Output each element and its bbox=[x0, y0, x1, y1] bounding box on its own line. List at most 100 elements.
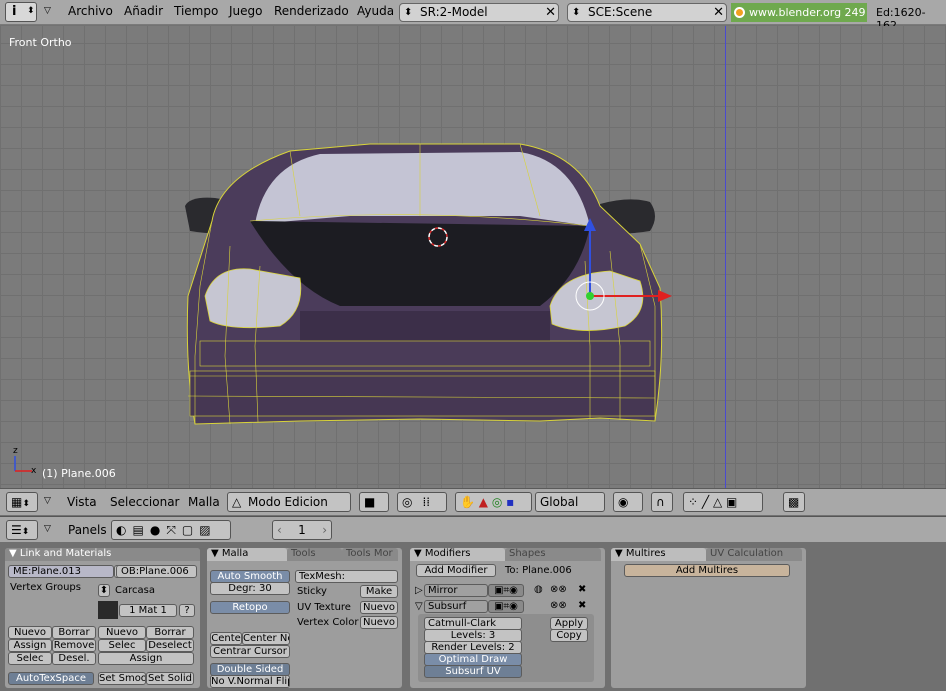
select-mode-group[interactable]: ⁘ ╱ △ ▣ bbox=[683, 492, 763, 512]
center-new-button[interactable]: Center Ne bbox=[242, 632, 290, 645]
arrow-right-icon[interactable]: › bbox=[322, 521, 327, 539]
menu-archivo[interactable]: Archivo bbox=[68, 4, 113, 18]
edge-select-icon[interactable]: ╱ bbox=[702, 495, 709, 509]
mode-selector[interactable]: △ Modo Edicion bbox=[227, 492, 351, 512]
face-select-icon[interactable]: △ bbox=[713, 495, 722, 509]
shading-icon[interactable]: ● bbox=[150, 523, 166, 537]
car-mesh[interactable] bbox=[0, 26, 946, 488]
scale-icon[interactable]: ▪ bbox=[506, 495, 514, 509]
object-name-field[interactable]: OB:Plane.006 bbox=[116, 565, 197, 578]
material-assign-button[interactable]: Assign bbox=[98, 652, 194, 665]
editor-type-button[interactable]: ▦⬍ bbox=[6, 492, 38, 512]
centrar-cursor-button[interactable]: Centrar Cursor bbox=[210, 645, 290, 658]
vgroup-name[interactable]: Carcasa bbox=[115, 585, 155, 596]
editing-icon[interactable]: ▢ bbox=[182, 523, 199, 537]
3d-viewport[interactable]: Front Ortho (1) Plane.006 z x bbox=[0, 26, 946, 488]
collapse-triangle-icon[interactable]: ▽ bbox=[415, 601, 423, 612]
vgroup-menu-button[interactable]: ⬍ bbox=[98, 584, 110, 597]
menu-vista[interactable]: Vista bbox=[67, 495, 97, 509]
set-smooth-button[interactable]: Set Smoo bbox=[98, 672, 146, 685]
script-icon[interactable]: ▤ bbox=[132, 523, 149, 537]
centre-button[interactable]: Cente bbox=[210, 632, 242, 645]
screen-selector[interactable]: ⬍ SR:2-Model ✕ bbox=[399, 3, 559, 22]
subsurf-modifier-name[interactable]: Subsurf bbox=[424, 600, 488, 613]
set-solid-button[interactable]: Set Solid bbox=[146, 672, 194, 685]
vgroup-new-button[interactable]: Nuevo bbox=[8, 626, 52, 639]
menu-tiempo[interactable]: Tiempo bbox=[174, 4, 218, 18]
material-index-field[interactable]: 1 Mat 1 bbox=[119, 604, 177, 617]
tab-uv-calculation[interactable]: UV Calculation bbox=[706, 548, 802, 561]
arrow-left-icon[interactable]: ‹ bbox=[277, 521, 282, 539]
tab-malla[interactable]: ▼ Malla bbox=[207, 548, 287, 561]
hand-icon[interactable]: ✋ bbox=[460, 495, 475, 509]
close-icon[interactable]: ✕ bbox=[713, 4, 724, 21]
translate-icon[interactable]: ▲ bbox=[479, 495, 488, 509]
material-deselect-button[interactable]: Deselect bbox=[146, 639, 194, 652]
menu-juego[interactable]: Juego bbox=[229, 4, 263, 18]
menu-ayuda[interactable]: Ayuda bbox=[357, 4, 394, 18]
scene-selector[interactable]: ⬍ SCE:Scene ✕ bbox=[567, 3, 727, 22]
vgroup-select-button[interactable]: Selec bbox=[8, 652, 52, 665]
proportional-selector[interactable]: ◉ bbox=[613, 492, 643, 512]
tab-tools[interactable]: Tools bbox=[287, 548, 342, 561]
delete-modifier-icon[interactable]: ✖ bbox=[578, 600, 586, 611]
menu-renderizado[interactable]: Renderizado bbox=[274, 4, 349, 18]
frame-field[interactable]: ‹ 1 › bbox=[272, 520, 332, 540]
tab-shapes[interactable]: Shapes bbox=[505, 548, 601, 561]
orientation-selector[interactable]: Global bbox=[535, 492, 605, 512]
rotate-icon[interactable]: ◎ bbox=[492, 495, 502, 509]
subsurf-visibility-icons[interactable]: ▣⌗◉ bbox=[488, 600, 524, 613]
collapse-triangle-icon[interactable]: ▽ bbox=[44, 524, 51, 534]
menu-anadir[interactable]: Añadir bbox=[124, 4, 163, 18]
snap-button[interactable]: ∩ bbox=[651, 492, 673, 512]
vgroup-delete-button[interactable]: Borrar bbox=[52, 626, 96, 639]
vertex-select-icon[interactable]: ⁘ bbox=[688, 495, 698, 509]
menu-malla[interactable]: Malla bbox=[188, 495, 220, 509]
no-vnormal-flip-toggle[interactable]: No V.Normal Flip bbox=[210, 675, 290, 688]
collapse-triangle-icon[interactable]: ▽ bbox=[44, 496, 51, 506]
object-icon[interactable]: ⤧ bbox=[166, 523, 182, 537]
tab-tools-more[interactable]: Tools Mor bbox=[342, 548, 398, 561]
modifier-apply-cage-icon[interactable]: ◍ bbox=[534, 584, 543, 595]
move-up-down-icon[interactable]: ⊗⊗ bbox=[550, 584, 567, 595]
copy-modifier-button[interactable]: Copy bbox=[550, 629, 588, 642]
autotexspace-toggle[interactable]: AutoTexSpace bbox=[8, 672, 94, 685]
delete-modifier-icon[interactable]: ✖ bbox=[578, 584, 586, 595]
retopo-toggle[interactable]: Retopo bbox=[210, 601, 290, 614]
menu-seleccionar[interactable]: Seleccionar bbox=[110, 495, 179, 509]
sticky-make-button[interactable]: Make bbox=[360, 585, 398, 598]
material-new-button[interactable]: Nuevo bbox=[98, 626, 146, 639]
mirror-modifier-name[interactable]: Mirror bbox=[424, 584, 488, 597]
info-editor-type-button[interactable]: i ⬍ bbox=[5, 2, 37, 22]
uv-texture-new-button[interactable]: Nuevo bbox=[360, 601, 398, 614]
mirror-visibility-icons[interactable]: ▣⌗◉ bbox=[488, 584, 524, 597]
move-up-down-icon[interactable]: ⊗⊗ bbox=[550, 600, 567, 611]
context-buttons[interactable]: ◐▤●⤧▢▨ bbox=[111, 520, 231, 540]
tab-multires[interactable]: ▼ Multires bbox=[611, 548, 706, 561]
material-help-button[interactable]: ? bbox=[179, 604, 195, 617]
smooth-degree-field[interactable]: Degr: 30 bbox=[210, 582, 290, 595]
expand-triangle-icon[interactable]: ▷ bbox=[415, 585, 423, 596]
vgroup-assign-button[interactable]: Assign bbox=[8, 639, 52, 652]
pivot-selector[interactable]: ◎ ⁞⁞ bbox=[397, 492, 447, 512]
manipulator-group[interactable]: ✋ ▲ ◎ ▪ bbox=[455, 492, 532, 512]
add-modifier-button[interactable]: Add Modifier bbox=[416, 564, 496, 577]
material-color-swatch[interactable] bbox=[98, 601, 118, 619]
collapse-triangle-icon[interactable]: ▽ bbox=[44, 6, 51, 16]
close-icon[interactable]: ✕ bbox=[545, 4, 556, 21]
subsurf-uv-toggle[interactable]: Subsurf UV bbox=[424, 665, 522, 678]
scene-icon[interactable]: ▨ bbox=[199, 523, 216, 537]
link-materials-tab[interactable]: ▼ Link and Materials bbox=[5, 548, 200, 561]
add-multires-button[interactable]: Add Multires bbox=[624, 564, 790, 577]
material-delete-button[interactable]: Borrar bbox=[146, 626, 194, 639]
logic-icon[interactable]: ◐ bbox=[116, 523, 132, 537]
vertex-color-new-button[interactable]: Nuevo bbox=[360, 616, 398, 629]
vgroup-remove-button[interactable]: Remove bbox=[52, 639, 96, 652]
tab-modifiers[interactable]: ▼ Modifiers bbox=[410, 548, 505, 561]
mesh-name-field[interactable]: ME:Plane.013 bbox=[8, 565, 114, 578]
editor-type-button[interactable]: ☰⬍ bbox=[6, 520, 38, 540]
draw-type-selector[interactable]: ■ bbox=[359, 492, 389, 512]
material-select-button[interactable]: Selec bbox=[98, 639, 146, 652]
occlude-icon[interactable]: ▣ bbox=[726, 495, 737, 509]
render-button[interactable]: ▩ bbox=[783, 492, 805, 512]
